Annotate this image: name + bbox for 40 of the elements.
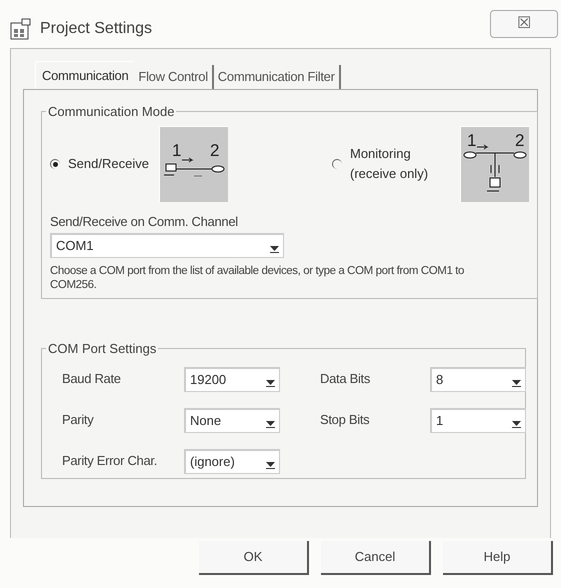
tab[interactable]: Flow Control [134, 65, 214, 89]
diagram-label: 1 [172, 141, 182, 160]
dropdown[interactable]: 8 [430, 366, 526, 392]
dropdown-arrow-icon [270, 245, 279, 253]
window-title: Project Settings [40, 19, 152, 39]
dialog-button[interactable]: Help [443, 541, 553, 575]
group-title: Communication Mode [47, 103, 176, 121]
tab[interactable]: Communication Filter [214, 65, 341, 89]
dialog-button[interactable]: OK [199, 541, 309, 575]
radio-option[interactable]: Send/Receive [50, 154, 159, 174]
dropdown[interactable]: COM1 [50, 233, 284, 258]
dropdown[interactable]: (ignore) [184, 448, 280, 474]
field-label: Data Bits [320, 370, 372, 388]
radio-button[interactable] [50, 158, 60, 168]
diagram-label: 2 [515, 131, 524, 150]
dropdown-arrow-icon [266, 420, 275, 428]
window-grid-icon [10, 18, 32, 40]
dropdown[interactable]: 19200 [184, 366, 280, 392]
dropdown[interactable]: None [184, 408, 280, 432]
dropdown-arrow-icon [266, 378, 275, 386]
hint-text: Choose a COM port from the list of available devices, or type a COM port from COM1 to COM256. [50, 264, 466, 292]
dialog-button[interactable]: Cancel [321, 541, 431, 575]
dropdown-arrow-icon [266, 460, 275, 468]
radio-option[interactable]: Monitoring (receive only) [332, 144, 460, 184]
field-label: Baud Rate [62, 370, 122, 388]
field-label: Stop Bits [320, 411, 370, 430]
field-label: Parity Error Char. [62, 452, 158, 470]
radio-button[interactable] [332, 158, 342, 168]
diagram-label: 2 [210, 141, 220, 160]
dropdown[interactable]: 1 [430, 408, 526, 432]
dropdown-arrow-icon [512, 378, 521, 386]
dropdown-arrow-icon [512, 420, 521, 428]
diagram-label: 1 [467, 131, 476, 150]
close-button[interactable]: ☒ [490, 10, 558, 38]
point-to-point-connection-drawing [164, 158, 224, 176]
field-label: Send/Receive on Comm. Channel [50, 212, 239, 230]
monitoring-connection-drawing [464, 144, 526, 192]
group-title: COM Port Settings [47, 340, 158, 358]
field-label: Parity [62, 411, 95, 430]
tab[interactable]: Communication [35, 61, 134, 89]
